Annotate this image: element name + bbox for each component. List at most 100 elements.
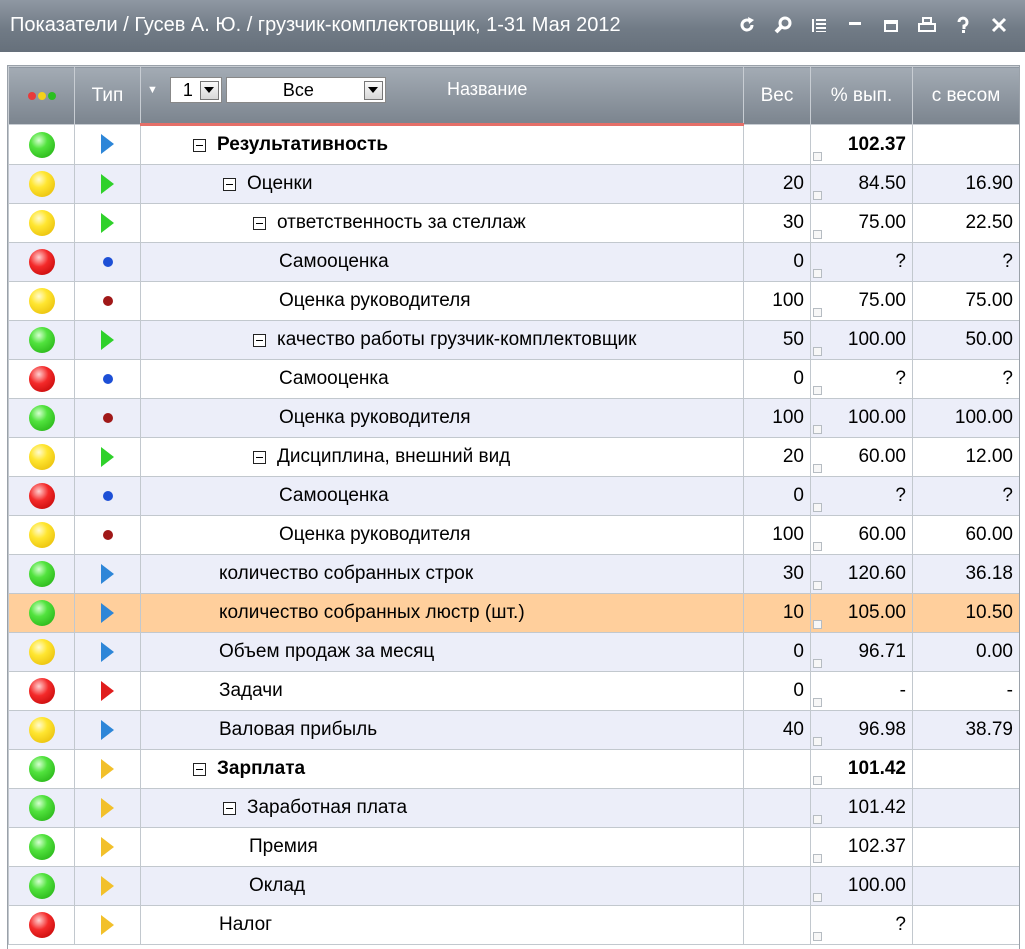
pct-cell[interactable]: ? <box>810 905 913 945</box>
collapse-toggle-icon[interactable] <box>193 762 206 776</box>
pct-cell[interactable]: ? <box>810 242 913 282</box>
name-cell[interactable]: Зарплата <box>140 749 744 789</box>
table-row[interactable]: Оценка руководителя 100 60.00 60.00 <box>8 515 1019 555</box>
name-cell[interactable]: количество собранных строк <box>140 554 744 594</box>
sort-arrow-icon[interactable]: ▼ <box>147 84 158 96</box>
name-cell[interactable]: количество собранных люстр (шт.) <box>140 593 744 633</box>
name-cell[interactable]: ответственность за стеллаж <box>140 203 744 243</box>
pct-cell[interactable]: 102.37 <box>810 827 913 867</box>
name-cell[interactable]: Премия <box>140 827 744 867</box>
pct-cell[interactable]: 60.00 <box>810 515 913 555</box>
type-cell <box>74 242 141 282</box>
collapse-toggle-icon[interactable] <box>223 801 236 815</box>
name-cell[interactable]: Оценка руководителя <box>140 398 744 438</box>
help-icon[interactable] <box>951 13 975 37</box>
type-cell <box>74 437 141 477</box>
pct-cell[interactable]: 101.42 <box>810 749 913 789</box>
table-row[interactable]: Самооценка 0?? <box>8 242 1019 282</box>
weight-column-header[interactable]: Вес <box>743 66 811 125</box>
collapse-toggle-icon[interactable] <box>193 138 206 152</box>
type-cell <box>74 827 141 867</box>
status-column-header[interactable] <box>8 66 75 125</box>
name-cell[interactable]: Самооценка <box>140 359 744 399</box>
minimize-icon[interactable] <box>843 13 867 37</box>
name-cell[interactable]: Самооценка <box>140 242 744 282</box>
table-row[interactable]: Оценки 20 84.50 16.90 <box>8 164 1019 204</box>
row-name: Оценки <box>247 173 313 194</box>
table-row[interactable]: Результативность 102.37 <box>8 124 1019 165</box>
table-row[interactable]: Самооценка 0?? <box>8 476 1019 516</box>
name-cell[interactable]: Заработная плата <box>140 788 744 828</box>
weighted-cell: 50.00 <box>912 320 1019 360</box>
collapse-toggle-icon[interactable] <box>223 177 236 191</box>
pct-cell[interactable]: 96.98 <box>810 710 913 750</box>
close-icon[interactable] <box>987 13 1011 37</box>
type-column-header[interactable]: Тип <box>74 66 141 125</box>
pct-cell[interactable]: - <box>810 671 913 711</box>
refresh-icon[interactable] <box>735 13 759 37</box>
maximize-icon[interactable] <box>879 13 903 37</box>
table-row[interactable]: Оценка руководителя 100 75.00 75.00 <box>8 281 1019 321</box>
pct-cell[interactable]: 96.71 <box>810 632 913 672</box>
table-row[interactable]: Налог? <box>8 905 1019 945</box>
pct-cell[interactable]: 105.00 <box>810 593 913 633</box>
print-icon[interactable] <box>915 13 939 37</box>
table-row[interactable]: Заработная плата 101.42 <box>8 788 1019 828</box>
collapse-toggle-icon[interactable] <box>253 333 266 347</box>
weighted-column-header[interactable]: с весом <box>912 66 1019 125</box>
name-cell[interactable]: Задачи <box>140 671 744 711</box>
status-cell <box>8 124 75 165</box>
chevron-down-icon[interactable] <box>199 80 219 100</box>
list-icon[interactable] <box>807 13 831 37</box>
pct-cell[interactable]: 120.60 <box>810 554 913 594</box>
filter-select[interactable]: Все <box>225 77 386 103</box>
table-row[interactable]: Объем продаж за месяц 0 96.71 0.00 <box>8 632 1019 672</box>
table-row[interactable]: Самооценка 0?? <box>8 359 1019 399</box>
pct-cell[interactable]: 75.00 <box>810 281 913 321</box>
pct-cell[interactable]: 75.00 <box>810 203 913 243</box>
table-row[interactable]: Валовая прибыль 40 96.98 38.79 <box>8 710 1019 750</box>
search-icon[interactable] <box>771 13 795 37</box>
name-cell[interactable]: качество работы грузчик-комплектовщик <box>140 320 744 360</box>
name-cell[interactable]: Оценки <box>140 164 744 204</box>
table-row[interactable]: количество собранных люстр (шт.) 10 105.00… <box>8 593 1019 633</box>
table-row[interactable]: Оценка руководителя 100 100.00 100.00 <box>8 398 1019 438</box>
chevron-down-icon[interactable] <box>363 80 383 100</box>
name-cell[interactable]: Валовая прибыль <box>140 710 744 750</box>
table-row[interactable]: Дисциплина, внешний вид 20 60.00 12.00 <box>8 437 1019 477</box>
table-row[interactable]: Оклад 100.00 <box>8 866 1019 906</box>
pct-cell[interactable]: ? <box>810 476 913 516</box>
name-cell[interactable]: Результативность <box>140 124 744 165</box>
name-cell[interactable]: Налог <box>140 905 744 945</box>
pct-cell[interactable]: 100.00 <box>810 398 913 438</box>
collapse-toggle-icon[interactable] <box>253 216 266 230</box>
name-column-header[interactable]: ▼ 1 Все Название <box>140 66 744 126</box>
table-row[interactable]: Задачи 0 - - <box>8 671 1019 711</box>
table-row[interactable]: количество собранных строк 30 120.60 36.18 <box>8 554 1019 594</box>
pct-column-header[interactable]: % вып. <box>810 66 913 125</box>
pct-value: 96.71 <box>858 641 906 662</box>
name-cell[interactable]: Объем продаж за месяц <box>140 632 744 672</box>
name-cell[interactable]: Самооценка <box>140 476 744 516</box>
pct-cell[interactable]: 60.00 <box>810 437 913 477</box>
name-cell[interactable]: Оклад <box>140 866 744 906</box>
table-row[interactable]: Премия 102.37 <box>8 827 1019 867</box>
table-row[interactable]: качество работы грузчик-комплектовщик 50 1… <box>8 320 1019 360</box>
level-select[interactable]: 1 <box>169 77 222 103</box>
pct-cell[interactable]: 100.00 <box>810 320 913 360</box>
pct-cell[interactable]: 102.37 <box>810 124 913 165</box>
pct-cell[interactable]: 84.50 <box>810 164 913 204</box>
collapse-toggle-icon[interactable] <box>253 450 266 464</box>
type-cell <box>74 398 141 438</box>
pct-cell[interactable]: 101.42 <box>810 788 913 828</box>
name-cell[interactable]: Оценка руководителя <box>140 281 744 321</box>
table-row[interactable]: Зарплата 101.42 <box>8 749 1019 789</box>
pct-cell[interactable]: 100.00 <box>810 866 913 906</box>
resize-corner-icon <box>813 269 822 278</box>
name-cell[interactable]: Дисциплина, внешний вид <box>140 437 744 477</box>
status-cell <box>8 281 75 321</box>
table-row[interactable]: ответственность за стеллаж 30 75.00 22.50 <box>8 203 1019 243</box>
name-cell[interactable]: Оценка руководителя <box>140 515 744 555</box>
status-cell <box>8 476 75 516</box>
pct-cell[interactable]: ? <box>810 359 913 399</box>
